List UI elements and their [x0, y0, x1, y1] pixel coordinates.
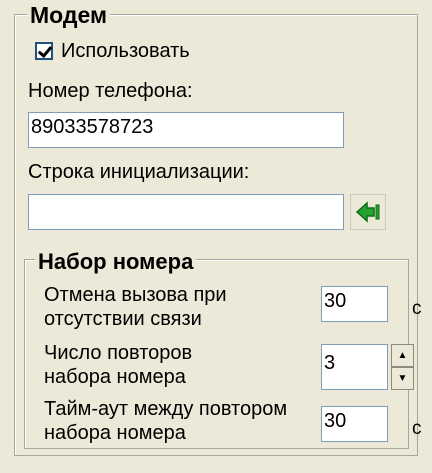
modem-settings-panel: Модем Использовать Номер телефона: 89033…	[0, 0, 432, 473]
use-checkbox-label: Использовать	[61, 40, 190, 62]
redial-timeout-input[interactable]: 30	[321, 406, 388, 442]
redial-timeout-label-line1: Тайм-аут между повтором	[44, 398, 288, 420]
modem-group-title: Модем	[27, 3, 111, 27]
green-left-arrow-icon	[355, 201, 380, 223]
init-string-label: Строка инициализации:	[28, 161, 250, 183]
redial-count-label-line1: Число повторов	[44, 342, 193, 364]
init-string-input[interactable]	[28, 194, 344, 230]
use-checkbox[interactable]	[35, 42, 53, 60]
cancel-call-label-line2: отсутствии связи	[44, 308, 202, 330]
cancel-call-label-line1: Отмена вызова при	[44, 284, 227, 306]
redial-count-input[interactable]: 3	[321, 344, 388, 390]
redial-count-spinner[interactable]: ▲ ▼	[391, 344, 414, 390]
triangle-up-icon: ▲	[397, 349, 408, 361]
dialing-group-title: Набор номера	[35, 250, 197, 274]
redial-timeout-label-line2: набора номера	[44, 422, 186, 444]
phone-number-input[interactable]: 89033578723	[28, 112, 344, 148]
phone-number-label: Номер телефона:	[28, 80, 193, 102]
apply-init-string-button[interactable]	[350, 194, 386, 230]
redial-count-label-line2: набора номера	[44, 366, 186, 388]
use-checkbox-row[interactable]: Использовать	[35, 39, 190, 63]
cancel-call-unit: с	[412, 298, 422, 319]
cancel-call-input[interactable]: 30	[321, 286, 388, 322]
spinner-down-button[interactable]: ▼	[391, 367, 414, 390]
spinner-up-button[interactable]: ▲	[391, 344, 414, 367]
triangle-down-icon: ▼	[397, 372, 408, 384]
redial-timeout-unit: с	[412, 418, 422, 439]
